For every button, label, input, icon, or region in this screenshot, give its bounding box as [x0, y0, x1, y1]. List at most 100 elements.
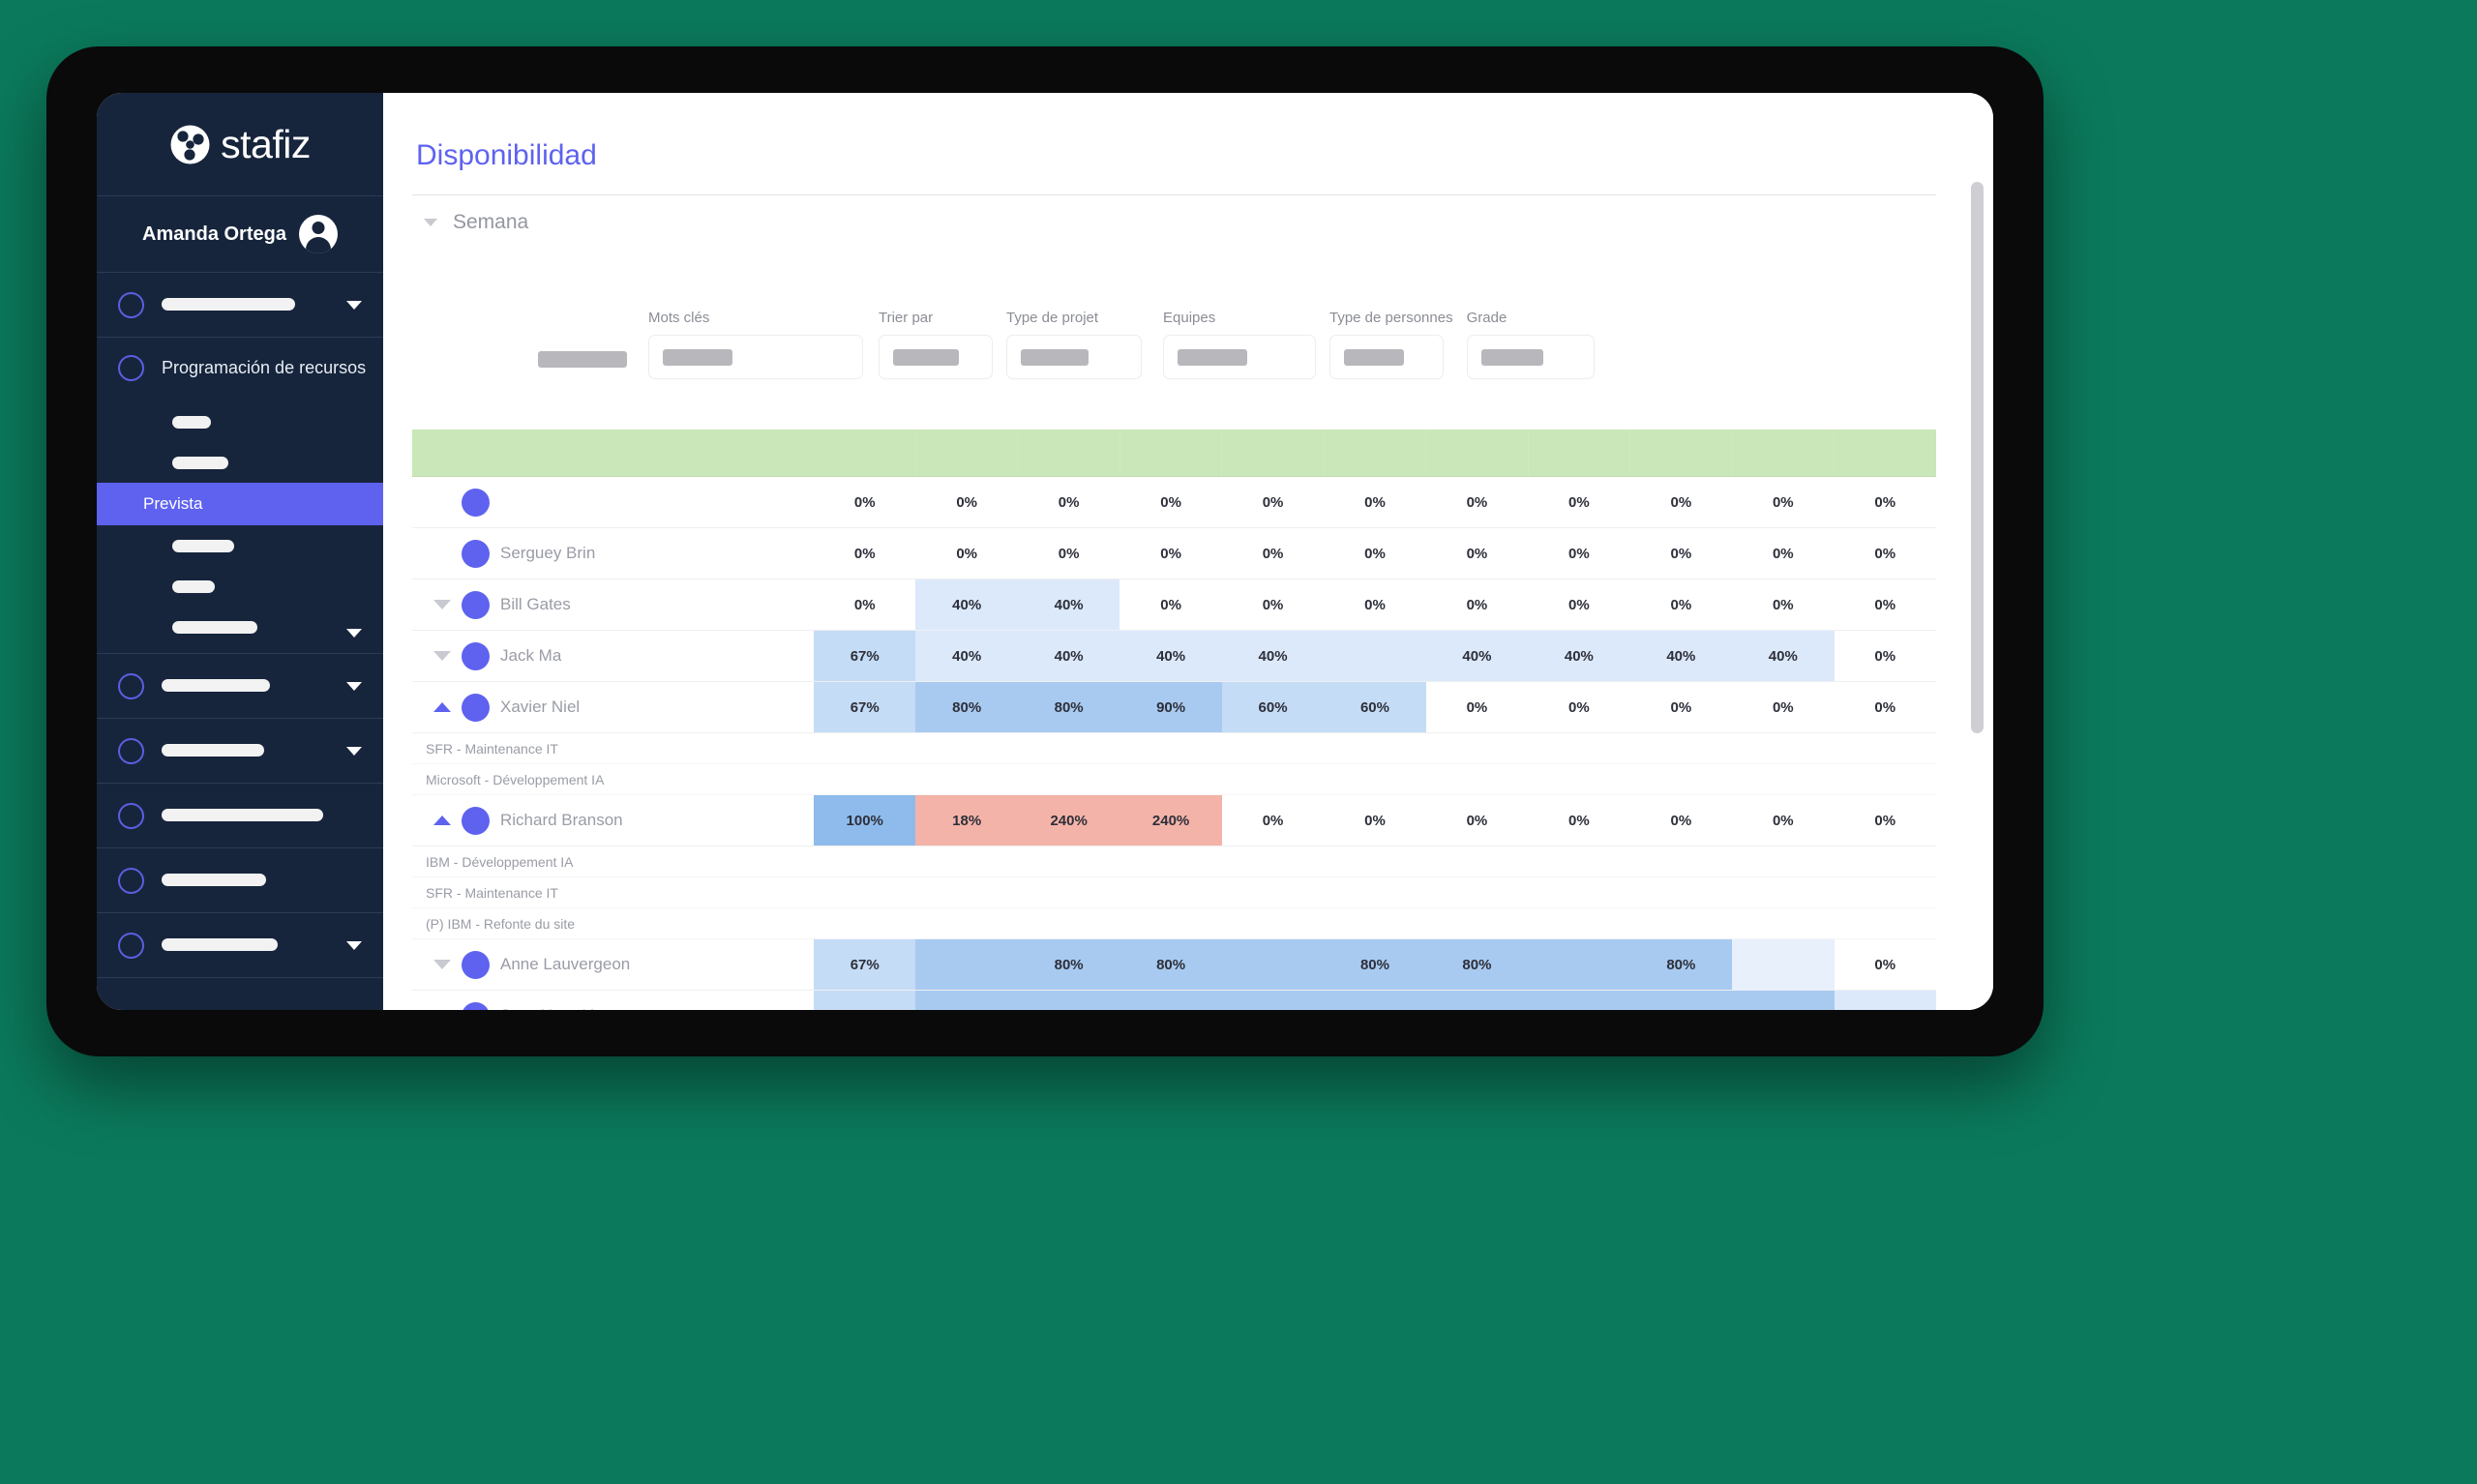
- heatmap-cell[interactable]: 0%: [1528, 579, 1629, 630]
- sidebar-item-6[interactable]: [97, 913, 383, 978]
- filter-input[interactable]: [1329, 335, 1444, 379]
- expand-chevron-down-icon[interactable]: [433, 651, 451, 661]
- heatmap-cell[interactable]: 40%: [1119, 631, 1222, 681]
- heatmap-cell[interactable]: 18%: [915, 795, 1018, 846]
- heatmap-cell[interactable]: 0%: [1732, 579, 1834, 630]
- heatmap-cell[interactable]: [1732, 939, 1835, 990]
- avatar[interactable]: [462, 693, 490, 722]
- chevron-down-icon[interactable]: [346, 300, 362, 310]
- sidebar-subitem-0[interactable]: [97, 401, 383, 442]
- avatar[interactable]: [462, 1001, 490, 1010]
- period-selector[interactable]: Semana: [424, 211, 528, 234]
- avatar[interactable]: [462, 641, 490, 670]
- heatmap-cell[interactable]: 0%: [1426, 528, 1528, 579]
- sidebar-subitem-prevista[interactable]: Prevista: [97, 483, 383, 525]
- avatar[interactable]: [462, 950, 490, 979]
- chevron-down-icon[interactable]: [346, 746, 362, 756]
- heatmap-cell[interactable]: 80%: [1017, 682, 1120, 732]
- collapse-chevron-up-icon[interactable]: [433, 816, 451, 825]
- sidebar-item-programacion-de-recursos[interactable]: Programación de recursos: [97, 338, 383, 398]
- heatmap-cell[interactable]: 80%: [1119, 939, 1222, 990]
- heatmap-cell[interactable]: 0%: [1835, 939, 1936, 990]
- heatmap-cell[interactable]: 40%: [1425, 631, 1529, 681]
- sidebar-subitem-3[interactable]: [97, 525, 383, 566]
- table-row[interactable]: Jack Ma 67% 40% 40% 40% 40% 40% 40% 40% 40% 0%: [412, 631, 1936, 682]
- table-row[interactable]: Anne Lauvergeon 67% 80% 80% 80% 80% 80% 0%: [412, 939, 1936, 991]
- heatmap-cell[interactable]: 40%: [1629, 631, 1733, 681]
- heatmap-cell[interactable]: 0%: [1119, 579, 1221, 630]
- sidebar-subitem-4[interactable]: [97, 566, 383, 607]
- heatmap-cell[interactable]: 0%: [915, 477, 1017, 527]
- heatmap-cell[interactable]: 80%: [1425, 939, 1529, 990]
- sidebar-item-4[interactable]: [97, 784, 383, 848]
- heatmap-cell[interactable]: 60%: [1324, 682, 1426, 732]
- heatmap-cell[interactable]: 0%: [814, 579, 915, 630]
- heatmap-cell[interactable]: 80%: [1324, 939, 1426, 990]
- heatmap-cell[interactable]: [1221, 939, 1325, 990]
- heatmap-cell[interactable]: 0%: [814, 528, 915, 579]
- heatmap-cell[interactable]: 240%: [1119, 795, 1222, 846]
- heatmap-cell[interactable]: 67%: [814, 939, 916, 990]
- heatmap-cell[interactable]: 90%: [915, 991, 1018, 1010]
- expand-chevron-down-icon[interactable]: [433, 960, 451, 969]
- sidebar-item-2[interactable]: [97, 654, 383, 719]
- heatmap-cell[interactable]: 30%: [1834, 991, 1936, 1010]
- avatar[interactable]: [462, 539, 490, 568]
- filter-input[interactable]: [879, 335, 993, 379]
- heatmap-cell[interactable]: 0%: [1222, 795, 1324, 846]
- avatar[interactable]: [298, 215, 338, 253]
- filter-input[interactable]: [648, 335, 863, 379]
- sidebar-item-0[interactable]: [97, 273, 383, 338]
- heatmap-cell[interactable]: 240%: [1017, 795, 1120, 846]
- project-sub-row[interactable]: IBM - Développement IA: [412, 846, 1936, 877]
- heatmap-cell[interactable]: 0%: [1222, 579, 1324, 630]
- heatmap-cell[interactable]: 0%: [1835, 528, 1936, 579]
- heatmap-cell[interactable]: 90%: [1324, 991, 1426, 1010]
- heatmap-cell[interactable]: 80%: [1017, 939, 1120, 990]
- table-row[interactable]: 0% 0% 0% 0% 0% 0% 0% 0% 0% 0% 0%: [412, 477, 1936, 528]
- heatmap-cell[interactable]: 0%: [915, 528, 1017, 579]
- chevron-down-icon[interactable]: [346, 681, 362, 691]
- filter-input[interactable]: [1163, 335, 1316, 379]
- heatmap-cell[interactable]: 0%: [1018, 477, 1119, 527]
- heatmap-cell[interactable]: 0%: [1630, 579, 1732, 630]
- avatar[interactable]: [462, 806, 490, 835]
- heatmap-cell[interactable]: 90%: [1221, 991, 1325, 1010]
- heatmap-cell[interactable]: 0%: [1324, 795, 1425, 846]
- heatmap-cell[interactable]: 0%: [814, 477, 915, 527]
- heatmap-cell[interactable]: 0%: [1324, 528, 1425, 579]
- heatmap-cell[interactable]: 40%: [915, 631, 1018, 681]
- heatmap-cell[interactable]: 0%: [1835, 631, 1936, 681]
- heatmap-cell[interactable]: 90%: [1629, 991, 1733, 1010]
- heatmap-cell[interactable]: 0%: [1324, 579, 1425, 630]
- sidebar-subitem-1[interactable]: [97, 442, 383, 483]
- heatmap-cell[interactable]: 0%: [1222, 477, 1324, 527]
- table-row[interactable]: Richard Branson 100% 18% 240% 240% 0% 0% 0% 0% 0%…: [412, 795, 1936, 846]
- heatmap-cell[interactable]: 90%: [1732, 991, 1835, 1010]
- table-row[interactable]: Jong-Yong Yun83%90%90%90%90%90%90%90%90%…: [412, 991, 1936, 1010]
- heatmap-cell[interactable]: 0%: [1732, 477, 1834, 527]
- heatmap-cell[interactable]: 40%: [1017, 631, 1120, 681]
- heatmap-cell[interactable]: 0%: [1835, 579, 1936, 630]
- heatmap-cell[interactable]: 0%: [1835, 477, 1936, 527]
- heatmap-cell[interactable]: 0%: [1119, 528, 1221, 579]
- heatmap-cell[interactable]: 0%: [1119, 477, 1221, 527]
- heatmap-cell[interactable]: 0%: [1018, 528, 1119, 579]
- heatmap-cell[interactable]: 0%: [1426, 579, 1528, 630]
- project-sub-row[interactable]: SFR - Maintenance IT: [412, 877, 1936, 908]
- heatmap-cell[interactable]: 40%: [1017, 579, 1120, 630]
- table-row[interactable]: Bill Gates 0% 40% 40% 0% 0% 0% 0% 0% 0% 0% 0%: [412, 579, 1936, 631]
- heatmap-cell[interactable]: [1528, 939, 1630, 990]
- heatmap-cell[interactable]: 40%: [1528, 631, 1630, 681]
- heatmap-cell[interactable]: 0%: [1732, 528, 1834, 579]
- heatmap-cell[interactable]: 0%: [1732, 795, 1834, 846]
- heatmap-cell[interactable]: 100%: [814, 795, 916, 846]
- heatmap-cell[interactable]: 0%: [1630, 477, 1732, 527]
- heatmap-cell[interactable]: 0%: [1222, 528, 1324, 579]
- heatmap-cell[interactable]: 0%: [1835, 795, 1936, 846]
- table-row[interactable]: Xavier Niel 67% 80% 80% 90% 60% 60% 0% 0% 0% 0% 0%: [412, 682, 1936, 733]
- project-sub-row[interactable]: Microsoft - Développement IA: [412, 764, 1936, 795]
- filter-input[interactable]: [1006, 335, 1142, 379]
- heatmap-cell[interactable]: [1324, 631, 1426, 681]
- heatmap-cell[interactable]: 0%: [1835, 682, 1936, 732]
